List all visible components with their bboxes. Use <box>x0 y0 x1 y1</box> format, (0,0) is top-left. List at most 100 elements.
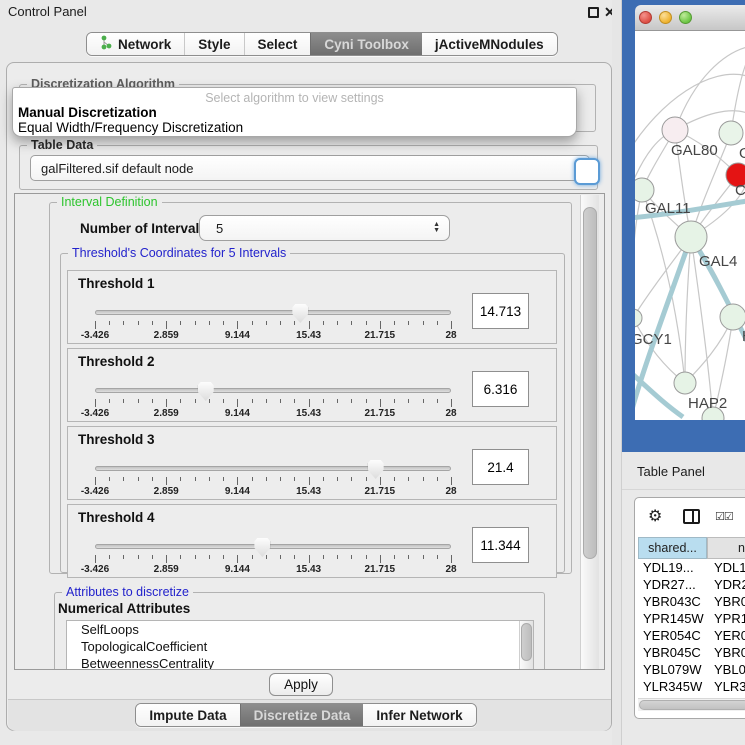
threshold-slider-track[interactable] <box>95 310 451 315</box>
cell-shared-name[interactable]: YLR345W <box>638 679 707 694</box>
split-columns-icon[interactable] <box>683 509 700 524</box>
panel-splitter[interactable] <box>612 0 622 745</box>
table-row[interactable]: YBL079WYBL0 <box>638 661 745 678</box>
algorithm-option-equal-width[interactable]: Equal Width/Frequency Discretization <box>17 120 572 135</box>
tab-discretize-data[interactable]: Discretize Data <box>240 704 364 726</box>
cell-shared-name[interactable]: YPR145W <box>638 611 707 626</box>
network-node-partial-right[interactable] <box>720 304 745 330</box>
float-window-icon[interactable] <box>588 7 599 18</box>
threshold-value-field[interactable]: 6.316 <box>472 371 529 407</box>
cell-name[interactable]: YBL0 <box>707 662 745 677</box>
table-row[interactable]: YBR045CYBR0 <box>638 644 745 661</box>
cell-shared-name[interactable]: YIL052C <box>638 696 707 697</box>
number-of-intervals-combobox[interactable]: 5 ▲▼ <box>199 215 450 241</box>
threshold-slider-track[interactable] <box>95 466 451 471</box>
cell-name[interactable]: YIL0 <box>707 696 741 697</box>
slider-tick <box>408 555 409 559</box>
zoom-traffic-light-icon[interactable] <box>679 11 692 24</box>
slider-tick-label: 15.43 <box>296 330 321 341</box>
slider-tick <box>138 321 139 325</box>
cell-shared-name[interactable]: YBR045C <box>638 645 707 660</box>
slider-tick <box>109 321 110 325</box>
table-row[interactable]: YDL19...YDL1 <box>638 559 745 576</box>
tab-infer-network[interactable]: Infer Network <box>363 704 475 726</box>
slider-tick <box>109 477 110 481</box>
settings-scrollbar-track[interactable] <box>580 195 599 669</box>
threshold-value-field[interactable]: 11.344 <box>472 527 529 563</box>
threshold-value-field[interactable]: 21.4 <box>472 449 529 485</box>
attribute-item-betweennesscentrality[interactable]: BetweennessCentrality <box>67 655 533 670</box>
apply-button[interactable]: Apply <box>269 673 333 696</box>
table-row[interactable]: YBR043CYBR0 <box>638 593 745 610</box>
table-row[interactable]: YIL052CYIL0 <box>638 695 745 697</box>
table-hscrollbar-thumb[interactable] <box>639 700 745 710</box>
slider-tick <box>408 477 409 481</box>
slider-tick-label: 9.144 <box>225 408 250 419</box>
cell-shared-name[interactable]: YER054C <box>638 628 707 643</box>
tab-select[interactable]: Select <box>244 33 311 55</box>
threshold-slider-track[interactable] <box>95 388 451 393</box>
close-traffic-light-icon[interactable] <box>639 11 652 24</box>
cell-shared-name[interactable]: YDL19... <box>638 560 707 575</box>
settings-scrollbar-thumb[interactable] <box>583 207 597 559</box>
slider-tick-label: 9.144 <box>225 486 250 497</box>
cell-name[interactable]: YER0 <box>707 628 745 643</box>
column-header-shared-name[interactable]: shared... <box>638 537 707 559</box>
gear-icon[interactable]: ⚙ <box>648 506 662 525</box>
network-node-partial-top-right[interactable] <box>719 121 743 145</box>
slider-tick <box>423 555 424 559</box>
algorithm-option-manual[interactable]: Manual Discretization <box>17 105 572 120</box>
attributes-scrollbar-track[interactable] <box>519 621 533 670</box>
slider-tick <box>138 477 139 481</box>
slider-tick <box>95 555 96 563</box>
network-window-titlebar[interactable] <box>635 5 745 31</box>
cell-name[interactable]: YDL1 <box>707 560 745 575</box>
algorithm-combobox-focus-fragment[interactable] <box>574 158 600 185</box>
minimize-traffic-light-icon[interactable] <box>659 11 672 24</box>
network-edge[interactable] <box>675 47 745 130</box>
cell-shared-name[interactable]: YBL079W <box>638 662 707 677</box>
tab-impute-data[interactable]: Impute Data <box>136 704 239 726</box>
table-row[interactable]: YLR345WYLR3 <box>638 678 745 695</box>
numerical-attributes-list[interactable]: SelfLoopsTopologicalCoefficientBetweenne… <box>66 620 534 670</box>
network-node-gcy1[interactable] <box>635 309 642 327</box>
network-node-gal80[interactable] <box>662 117 688 143</box>
interval-definition-group: Interval Definition Number of Intervals … <box>49 202 572 574</box>
table-hscrollbar-track[interactable] <box>638 698 745 711</box>
threshold-value-field[interactable]: 14.713 <box>472 293 529 329</box>
network-node-hap2[interactable] <box>674 372 696 394</box>
cell-name[interactable]: YBR0 <box>707 594 745 609</box>
slider-tick <box>252 477 253 481</box>
threshold-slider-track[interactable] <box>95 544 451 549</box>
slider-tick <box>380 555 381 563</box>
column-header-name[interactable]: n <box>707 537 745 559</box>
network-edge[interactable] <box>635 190 642 318</box>
slider-tick <box>123 399 124 403</box>
tab-cyni-toolbox[interactable]: Cyni Toolbox <box>310 33 422 55</box>
tab-network[interactable]: Network <box>87 33 184 55</box>
tab-jactivemnodules[interactable]: jActiveMNodules <box>422 33 557 55</box>
attributes-scrollbar-thumb[interactable] <box>521 623 532 661</box>
network-node-gal11[interactable] <box>635 178 654 202</box>
table-row[interactable]: YPR145WYPR1 <box>638 610 745 627</box>
table-data-combobox[interactable]: galFiltered.sif default node ▲▼ <box>30 155 590 181</box>
slider-tick <box>266 321 267 325</box>
attribute-item-topologicalcoefficient[interactable]: TopologicalCoefficient <box>67 638 533 655</box>
network-node-gal4[interactable] <box>675 221 707 253</box>
cell-name[interactable]: YBR0 <box>707 645 745 660</box>
column-checkboxes-icon[interactable]: ☑☑ <box>715 510 733 523</box>
cell-name[interactable]: YDR2 <box>707 577 745 592</box>
table-panel-header: Table Panel <box>622 452 745 490</box>
control-panel-title: Control Panel <box>8 4 87 19</box>
slider-tick <box>209 477 210 481</box>
network-canvas[interactable]: GAL80GACGAL11GAL4GCY1HHAP2 <box>635 31 745 420</box>
attribute-item-selfloops[interactable]: SelfLoops <box>67 621 533 638</box>
table-row[interactable]: YER054CYER0 <box>638 627 745 644</box>
slider-tick <box>209 321 210 325</box>
cell-name[interactable]: YPR1 <box>707 611 745 626</box>
cell-name[interactable]: YLR3 <box>707 679 745 694</box>
table-row[interactable]: YDR27...YDR2 <box>638 576 745 593</box>
tab-style[interactable]: Style <box>184 33 243 55</box>
cell-shared-name[interactable]: YDR27... <box>638 577 707 592</box>
cell-shared-name[interactable]: YBR043C <box>638 594 707 609</box>
